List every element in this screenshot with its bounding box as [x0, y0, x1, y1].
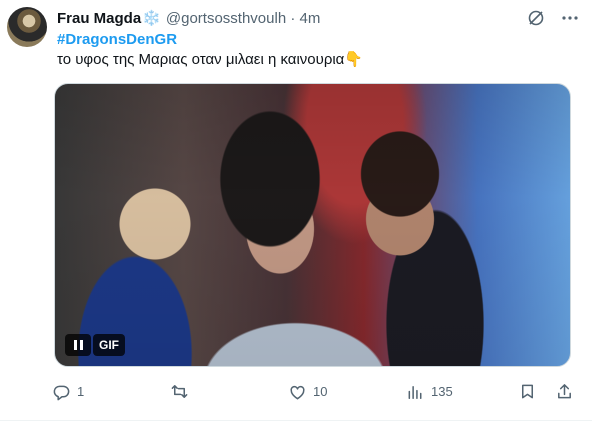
header-actions: [526, 8, 580, 28]
separator-dot: ·: [290, 10, 296, 27]
retweet-button[interactable]: [170, 382, 195, 401]
pause-icon[interactable]: [65, 334, 91, 356]
like-count: 10: [313, 384, 328, 399]
retweet-icon: [171, 385, 188, 398]
tweet-text: το υφος της Μαριας οταν μιλαει η καινουρ…: [57, 51, 364, 68]
snowflake-emoji: ❄️: [142, 10, 161, 27]
tweet[interactable]: Frau Magda❄️ @gortsossthvoulh · 4m #Drago…: [0, 0, 592, 421]
reply-icon: [53, 385, 70, 400]
bookmark-icon: [521, 384, 534, 399]
like-icon: [290, 385, 305, 399]
action-bar: 1 10 135: [52, 382, 574, 404]
views-count: 135: [431, 384, 453, 399]
more-icon[interactable]: [560, 8, 580, 28]
timestamp[interactable]: 4m: [300, 10, 321, 27]
media-overlay: [55, 84, 570, 366]
reply-count: 1: [77, 384, 85, 399]
avatar[interactable]: [7, 7, 47, 47]
views-button[interactable]: 135: [406, 382, 453, 402]
share-icon: [558, 384, 571, 399]
gif-badge: GIF: [93, 334, 125, 356]
reply-button[interactable]: 1: [52, 382, 84, 402]
author-name[interactable]: Frau Magda: [57, 10, 141, 27]
grok-icon[interactable]: [526, 8, 546, 28]
views-icon: [408, 385, 422, 399]
author-handle[interactable]: @gortsossthvoulh: [166, 10, 286, 27]
share-button[interactable]: [555, 382, 574, 401]
tweet-header: Frau Magda❄️ @gortsossthvoulh · 4m: [57, 9, 320, 29]
hashtag-link[interactable]: #DragonsDenGR: [57, 30, 177, 50]
like-button[interactable]: 10: [288, 382, 327, 402]
bookmark-button[interactable]: [518, 382, 537, 401]
gif-media[interactable]: GIF: [54, 83, 571, 367]
gif-controls: GIF: [65, 334, 125, 356]
